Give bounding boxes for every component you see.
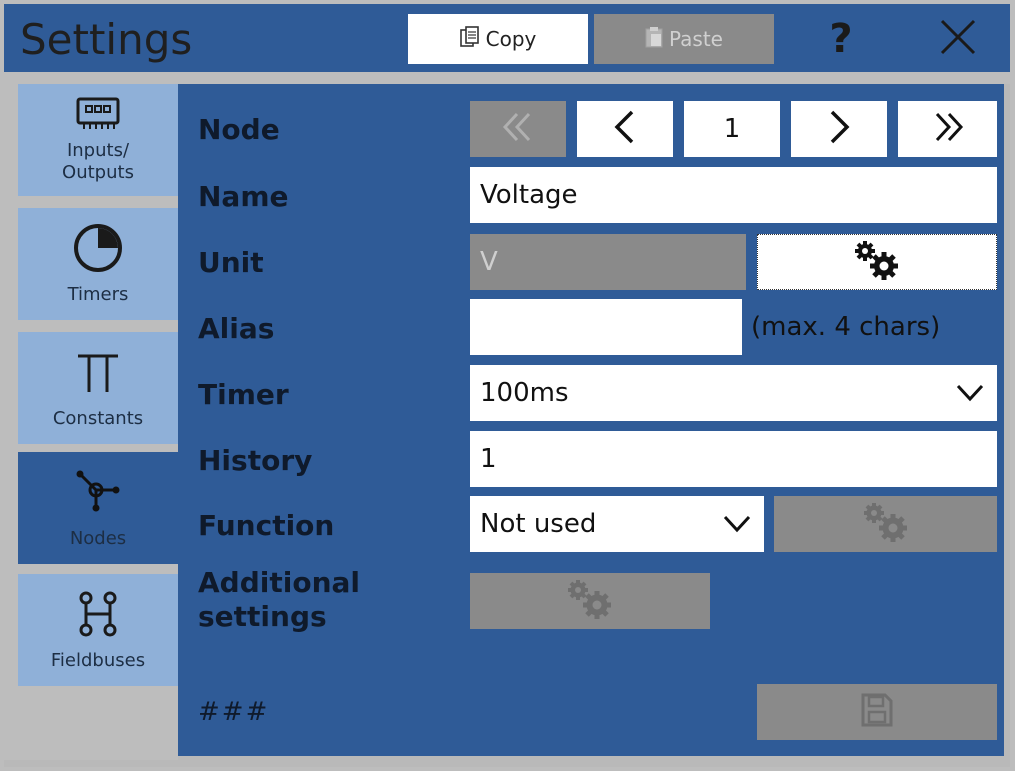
copy-button[interactable]: Copy bbox=[408, 14, 588, 64]
close-button[interactable] bbox=[930, 14, 986, 64]
io-board-icon bbox=[76, 88, 120, 140]
alias-hint: (max. 4 chars) bbox=[751, 312, 941, 342]
chevron-down-icon bbox=[955, 377, 985, 414]
status-text: ### bbox=[198, 697, 270, 727]
sidebar-item-label: Inputs/ bbox=[66, 140, 130, 161]
sidebar: Inputs/ Outputs Timers Constants Nodes F… bbox=[4, 84, 178, 760]
help-button[interactable]: ? bbox=[816, 14, 866, 64]
fieldbus-icon bbox=[76, 578, 120, 650]
sidebar-item-constants[interactable]: Constants bbox=[18, 332, 178, 444]
node-settings-panel: Node 1 Name Voltage Unit V Alias (max. 4… bbox=[178, 84, 1004, 756]
gears-icon bbox=[564, 577, 616, 625]
node-icon bbox=[72, 456, 124, 528]
paste-label: Paste bbox=[669, 27, 723, 51]
timer-select[interactable]: 100ms bbox=[470, 365, 997, 421]
save-icon bbox=[861, 693, 893, 731]
sidebar-item-label: Nodes bbox=[69, 528, 127, 549]
window-title: Settings bbox=[20, 15, 193, 64]
alias-field[interactable] bbox=[470, 299, 742, 355]
title-bar: Settings Copy Paste ? bbox=[4, 4, 1010, 72]
paste-icon bbox=[645, 26, 663, 53]
additional-settings-button[interactable] bbox=[470, 573, 710, 629]
chevron-right-icon bbox=[826, 109, 852, 149]
copy-label: Copy bbox=[485, 27, 537, 51]
sidebar-item-label: Constants bbox=[52, 408, 144, 429]
close-icon bbox=[938, 17, 978, 62]
gears-icon bbox=[851, 238, 903, 286]
chevron-down-icon bbox=[722, 508, 752, 545]
gears-icon bbox=[860, 500, 912, 548]
paste-button[interactable]: Paste bbox=[594, 14, 774, 64]
first-node-button[interactable] bbox=[470, 101, 566, 157]
function-select-value: Not used bbox=[480, 509, 597, 539]
additional-label-line2: settings bbox=[198, 600, 327, 633]
next-node-button[interactable] bbox=[791, 101, 887, 157]
double-chevron-right-icon bbox=[931, 110, 965, 148]
pi-icon bbox=[76, 336, 120, 408]
node-number-field[interactable]: 1 bbox=[684, 101, 780, 157]
sidebar-item-inputs-outputs[interactable]: Inputs/ Outputs bbox=[18, 84, 178, 196]
timer-label: Timer bbox=[198, 378, 289, 411]
name-field[interactable]: Voltage bbox=[470, 167, 997, 223]
unit-label: Unit bbox=[198, 246, 264, 279]
previous-node-button[interactable] bbox=[577, 101, 673, 157]
alias-label: Alias bbox=[198, 312, 275, 345]
chevron-left-icon bbox=[612, 109, 638, 149]
sidebar-item-label: Timers bbox=[67, 284, 129, 305]
copy-icon bbox=[459, 25, 480, 53]
history-field[interactable]: 1 bbox=[470, 431, 997, 487]
sidebar-item-nodes[interactable]: Nodes bbox=[18, 452, 178, 564]
unit-settings-button[interactable] bbox=[757, 234, 997, 290]
additional-label-line1: Additional bbox=[198, 566, 360, 599]
sidebar-item-timers[interactable]: Timers bbox=[18, 208, 178, 320]
name-label: Name bbox=[198, 180, 289, 213]
function-select[interactable]: Not used bbox=[470, 496, 764, 552]
timer-icon bbox=[72, 212, 124, 284]
function-settings-button[interactable] bbox=[774, 496, 997, 552]
save-button[interactable] bbox=[757, 684, 997, 740]
timer-select-value: 100ms bbox=[480, 378, 569, 408]
sidebar-item-label: Outputs bbox=[62, 162, 134, 183]
last-node-button[interactable] bbox=[898, 101, 997, 157]
node-label: Node bbox=[198, 113, 280, 146]
history-label: History bbox=[198, 444, 313, 477]
sidebar-item-label: Fieldbuses bbox=[50, 650, 146, 671]
double-chevron-left-icon bbox=[501, 110, 535, 148]
function-label: Function bbox=[198, 509, 335, 542]
sidebar-item-fieldbuses[interactable]: Fieldbuses bbox=[18, 574, 178, 686]
unit-field[interactable]: V bbox=[470, 234, 746, 290]
title-separator bbox=[4, 72, 1010, 84]
additional-settings-label: Additional settings bbox=[198, 566, 360, 634]
